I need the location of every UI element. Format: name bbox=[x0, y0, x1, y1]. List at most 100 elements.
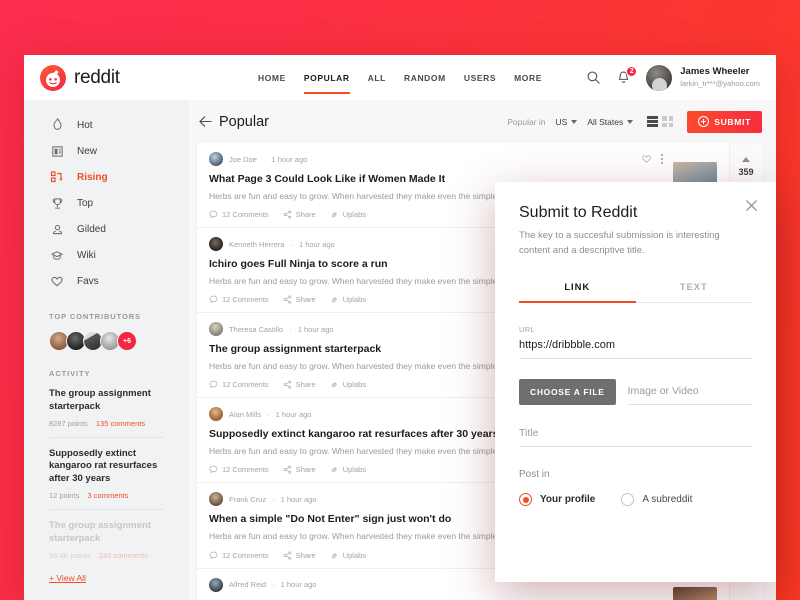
post-author[interactable]: Frank Cruz bbox=[229, 495, 266, 504]
sidebar-item-rising[interactable]: Rising bbox=[24, 164, 189, 190]
search-icon[interactable] bbox=[586, 70, 602, 86]
sidebar: Hot New Rising Top Gilded Wiki Favs TOP … bbox=[24, 100, 189, 600]
sidebar-item-new[interactable]: New bbox=[24, 138, 189, 164]
uplabs-action[interactable]: Uplabs bbox=[330, 295, 366, 304]
file-row: CHOOSE A FILE Image or Video bbox=[519, 379, 752, 406]
activity-title: The group assignment starterpack bbox=[49, 520, 151, 544]
radio-your-profile[interactable]: Your profile bbox=[519, 493, 595, 507]
activity-comments[interactable]: 243 comments bbox=[99, 551, 148, 560]
activity-comments[interactable]: 3 comments bbox=[88, 491, 129, 500]
chevron-down-icon bbox=[571, 119, 578, 124]
heart-icon bbox=[49, 273, 65, 289]
nav-item-all[interactable]: ALL bbox=[368, 55, 386, 100]
activity-item[interactable]: The group assignment starterpack 8287 po… bbox=[49, 378, 164, 438]
more-options-icon[interactable] bbox=[660, 153, 663, 165]
tab-link[interactable]: LINK bbox=[519, 282, 636, 304]
region-select[interactable]: All States bbox=[587, 117, 634, 127]
post-time: 1 hour ago bbox=[280, 580, 317, 590]
activity-points: 16.4K points bbox=[49, 550, 91, 560]
bell-icon[interactable]: 2 bbox=[616, 65, 638, 86]
file-input[interactable]: Image or Video bbox=[627, 385, 752, 406]
activity-title: Supposedly extinct kangaroo rat resurfac… bbox=[49, 447, 158, 485]
chevron-down-icon bbox=[627, 119, 634, 124]
post-in-radios: Your profile A subreddit bbox=[519, 493, 752, 507]
nav-item-random[interactable]: RANDOM bbox=[404, 55, 446, 100]
plus-circle-icon bbox=[698, 116, 710, 127]
view-all-link[interactable]: + View All bbox=[24, 569, 189, 583]
avatar bbox=[646, 64, 673, 91]
contributors-more-badge[interactable]: +6 bbox=[117, 331, 137, 351]
uplabs-action[interactable]: Uplabs bbox=[330, 380, 366, 389]
contributors-list: +6 bbox=[24, 321, 189, 351]
medal-icon bbox=[49, 221, 65, 237]
sidebar-item-label: Favs bbox=[77, 275, 99, 287]
list-view-icon[interactable] bbox=[647, 116, 659, 127]
share-action[interactable]: Share bbox=[283, 295, 316, 304]
sidebar-item-label: Rising bbox=[77, 171, 108, 183]
grid-view-icon[interactable] bbox=[662, 116, 674, 127]
submit-button[interactable]: SUBMIT bbox=[687, 110, 762, 133]
post-author[interactable]: Theresa Castillo bbox=[229, 325, 283, 334]
nav-item-home[interactable]: HOME bbox=[258, 55, 286, 100]
uplabs-action[interactable]: Uplabs bbox=[330, 551, 366, 560]
page-title: Popular bbox=[219, 113, 269, 130]
comments-action[interactable]: 12 Comments bbox=[209, 465, 269, 474]
post-author[interactable]: Alan Mills bbox=[229, 410, 261, 419]
post-author[interactable]: Alfred Reid bbox=[229, 580, 266, 589]
radio-circle-icon bbox=[621, 493, 635, 507]
filter-label: Popular in bbox=[507, 116, 546, 127]
sidebar-item-gilded[interactable]: Gilded bbox=[24, 216, 189, 242]
upvote-arrow-icon[interactable] bbox=[742, 157, 750, 162]
title-input[interactable]: Title bbox=[519, 427, 752, 448]
post-author[interactable]: Joe Doe bbox=[229, 155, 257, 164]
comments-action[interactable]: 12 Comments bbox=[209, 380, 269, 389]
rising-chart-icon bbox=[49, 169, 65, 185]
post-time: 1 hour ago bbox=[271, 154, 308, 164]
brand-name: reddit bbox=[74, 66, 120, 88]
comments-action[interactable]: 12 Comments bbox=[209, 551, 269, 560]
radio-a-subreddit[interactable]: A subreddit bbox=[621, 493, 692, 507]
uplabs-action[interactable]: Uplabs bbox=[330, 210, 366, 219]
url-input[interactable]: https://dribbble.com bbox=[519, 334, 752, 360]
post-top-actions bbox=[641, 153, 663, 165]
sidebar-item-wiki[interactable]: Wiki bbox=[24, 242, 189, 268]
activity-points: 12 points bbox=[49, 491, 80, 501]
sidebar-item-hot[interactable]: Hot bbox=[24, 112, 189, 138]
user-menu[interactable]: James Wheeler larkin_tr***@yahoo.com bbox=[646, 64, 760, 91]
brand-logo[interactable]: reddit bbox=[40, 64, 120, 91]
view-toggle bbox=[647, 116, 674, 127]
avatar bbox=[209, 407, 223, 422]
activity-meta: 12 points 3 comments bbox=[49, 491, 164, 500]
country-select[interactable]: US bbox=[556, 117, 578, 127]
post-author[interactable]: Kenneth Herrera bbox=[229, 240, 284, 249]
close-icon[interactable] bbox=[744, 198, 759, 213]
sidebar-item-favs[interactable]: Favs bbox=[24, 268, 189, 294]
share-action[interactable]: Share bbox=[283, 551, 316, 560]
graduation-cap-icon bbox=[49, 247, 65, 263]
nav-item-popular[interactable]: POPULAR bbox=[303, 55, 350, 100]
nav-item-more[interactable]: MORE bbox=[514, 55, 542, 100]
arrow-left-icon[interactable] bbox=[197, 114, 213, 130]
comments-action[interactable]: 12 Comments bbox=[209, 210, 269, 219]
share-action[interactable]: Share bbox=[283, 380, 316, 389]
modal-subtitle: The key to a succesful submission is int… bbox=[519, 230, 720, 256]
share-action[interactable]: Share bbox=[283, 210, 316, 219]
uplabs-action[interactable]: Uplabs bbox=[330, 465, 366, 474]
activity-item[interactable]: Supposedly extinct kangaroo rat resurfac… bbox=[49, 438, 164, 511]
post-time: 1 hour ago bbox=[275, 409, 312, 419]
post-time: 1 hour ago bbox=[297, 324, 334, 334]
favorite-heart-icon[interactable] bbox=[641, 154, 652, 164]
activity-comments[interactable]: 135 comments bbox=[96, 419, 145, 428]
sidebar-item-top[interactable]: Top bbox=[24, 190, 189, 216]
activity-title: The group assignment starterpack bbox=[49, 388, 151, 412]
content-header: Popular Popular in US All States SUBMIT bbox=[189, 100, 776, 143]
comments-action[interactable]: 12 Comments bbox=[209, 295, 269, 304]
nav-item-users[interactable]: USERS bbox=[464, 55, 496, 100]
activity-item[interactable]: The group assignment starterpack 16.4K p… bbox=[49, 510, 164, 569]
share-action[interactable]: Share bbox=[283, 465, 316, 474]
tab-text[interactable]: TEXT bbox=[636, 282, 753, 302]
vote-box[interactable]: 359 bbox=[730, 143, 762, 177]
main-nav: HOME POPULAR ALL RANDOM USERS MORE bbox=[258, 55, 542, 100]
avatar bbox=[209, 492, 223, 507]
choose-file-button[interactable]: CHOOSE A FILE bbox=[519, 379, 616, 406]
